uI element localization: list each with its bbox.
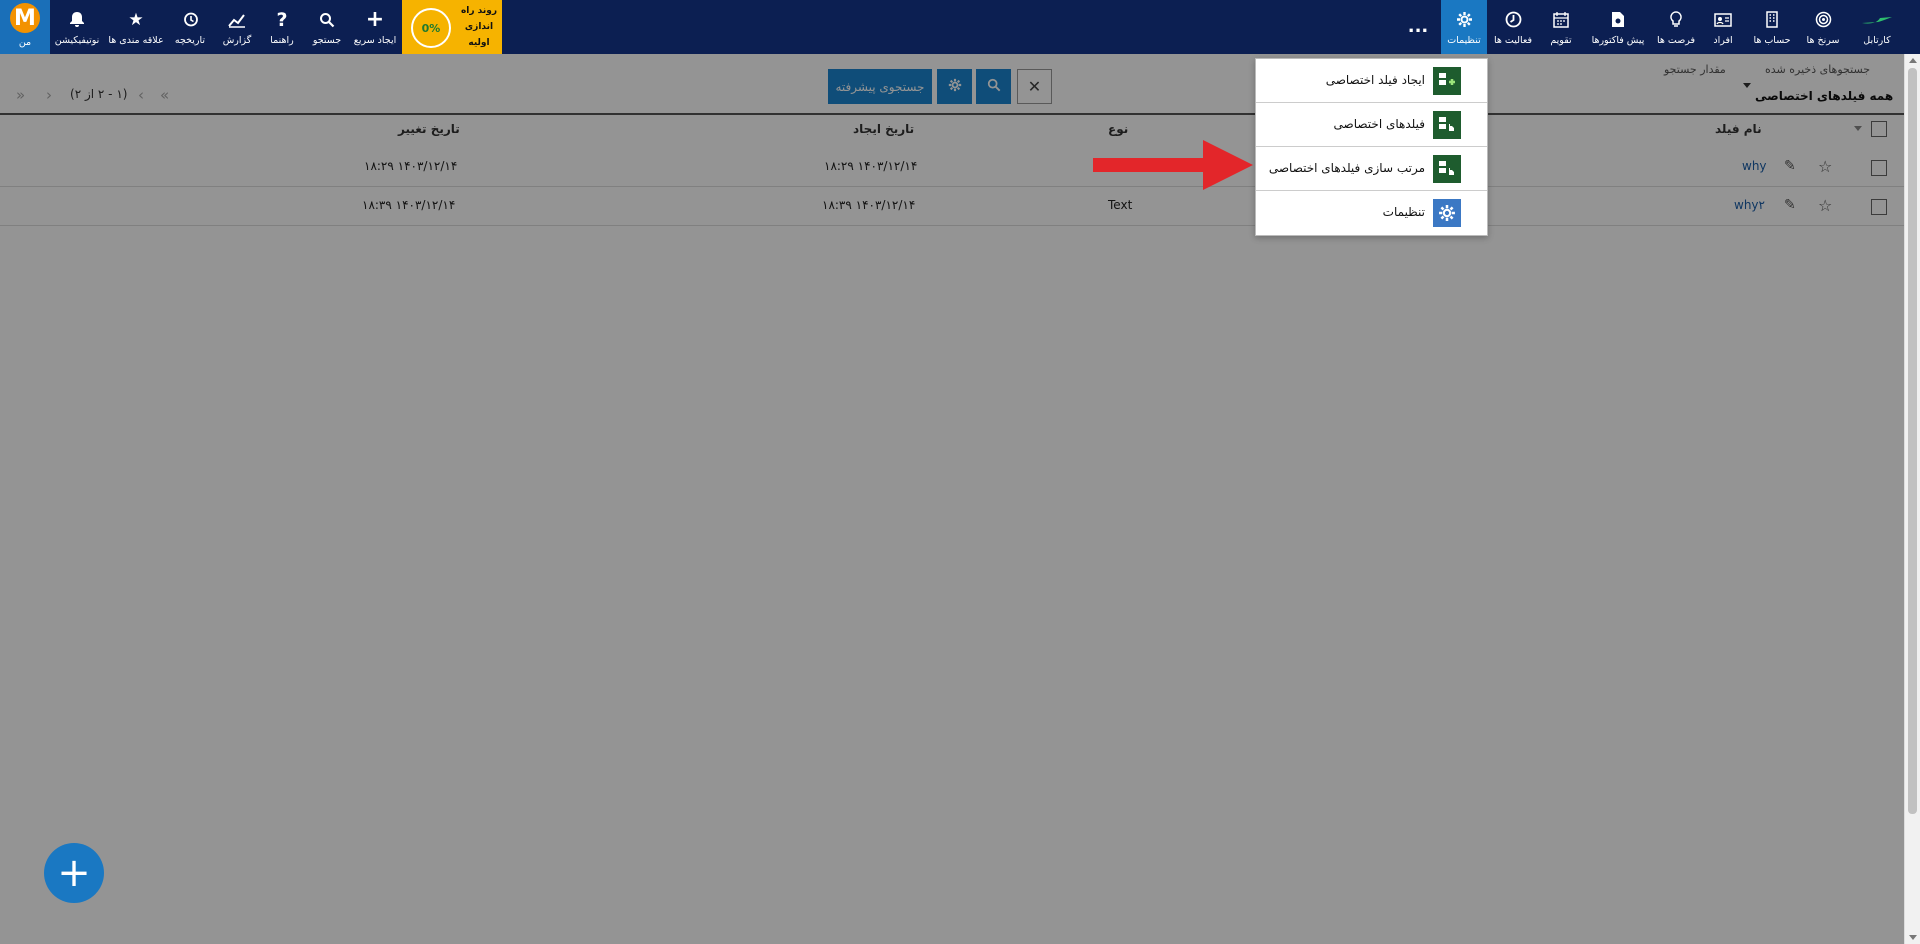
document-icon: [1611, 9, 1625, 31]
nav-calendar-label: تقویم: [1550, 34, 1572, 46]
plus-icon: +: [365, 6, 385, 32]
nav-quick-create-label: ایجاد سریع: [353, 34, 397, 46]
chart-icon: [228, 9, 246, 31]
nav-calendar[interactable]: تقویم: [1540, 0, 1582, 54]
nav-leads[interactable]: سرنخ ها: [1802, 0, 1844, 54]
nav-favorites[interactable]: ★ علاقه مندی ها: [107, 0, 165, 54]
scroll-down-arrow[interactable]: [1909, 935, 1917, 940]
nav-help[interactable]: ? راهنما: [264, 0, 300, 54]
menu-item-label: مرتب سازی فیلدهای اختصاصی: [1268, 161, 1425, 175]
search-icon: [319, 9, 335, 31]
help-icon: ?: [276, 8, 288, 31]
menu-item-custom-fields[interactable]: فیلدهای اختصاصی: [1256, 103, 1487, 147]
nav-reports[interactable]: گزارش: [218, 0, 256, 54]
menu-item-label: تنظیمات: [1382, 205, 1425, 219]
nav-activities-label: فعالیت ها: [1493, 34, 1533, 46]
page-scrollbar[interactable]: [1904, 54, 1920, 944]
onboarding-progress[interactable]: 0% روند راه اندازی اولیه: [402, 0, 502, 54]
nav-activities[interactable]: فعالیت ها: [1492, 0, 1534, 54]
onboarding-percent: 0%: [411, 8, 451, 48]
nav-kartable-label: کارتابل: [1863, 34, 1891, 46]
nav-reports-label: گزارش: [222, 34, 252, 46]
target-icon: [1815, 9, 1832, 31]
sort-custom-fields-icon: [1433, 155, 1461, 183]
menu-item-label: فیلدهای اختصاصی: [1333, 117, 1425, 131]
nav-opportunities[interactable]: فرصت ها: [1654, 0, 1698, 54]
calendar-icon: [1553, 9, 1569, 31]
me-label: من: [18, 37, 32, 48]
nav-search-label: جستجو: [312, 34, 342, 46]
custom-fields-icon: [1433, 111, 1461, 139]
nav-settings[interactable]: تنظیمات: [1441, 0, 1487, 54]
scroll-thumb[interactable]: [1908, 68, 1917, 814]
menu-item-create-custom-field[interactable]: ایجاد فیلد اختصاصی: [1256, 59, 1487, 103]
onboarding-label: روند راه اندازی اولیه: [460, 6, 498, 48]
nav-settings-label: تنظیمات: [1447, 34, 1481, 46]
bell-icon: [69, 9, 85, 31]
nav-contacts-label: افراد: [1713, 34, 1733, 46]
building-icon: [1766, 9, 1778, 31]
nav-quotes-label: پیش فاکتورها: [1591, 34, 1645, 46]
more-icon: ...: [1407, 16, 1429, 37]
nav-notifications[interactable]: نوتیفیکیشن: [52, 0, 102, 54]
nav-leads-label: سرنخ ها: [1806, 34, 1840, 46]
settings-gear-icon: [1433, 199, 1461, 227]
star-icon: ★: [128, 9, 144, 30]
nav-accounts[interactable]: حساب ها: [1748, 0, 1796, 54]
nav-help-label: راهنما: [270, 34, 294, 46]
lightbulb-icon: [1670, 9, 1682, 31]
nav-more[interactable]: ...: [1400, 0, 1436, 54]
nav-kartable[interactable]: کارتابل: [1852, 0, 1902, 54]
nav-contacts[interactable]: افراد: [1704, 0, 1742, 54]
nav-favorites-label: علاقه مندی ها: [108, 34, 164, 46]
menu-item-settings[interactable]: تنظیمات: [1256, 191, 1487, 235]
settings-dropdown-menu: ایجاد فیلد اختصاصی فیلدهای اختصاصی مرتب …: [1255, 58, 1488, 236]
nav-history-label: تاریخچه: [174, 34, 206, 46]
brand-logo: M: [10, 3, 40, 33]
nav-accounts-label: حساب ها: [1753, 34, 1791, 46]
create-custom-field-icon: [1433, 67, 1461, 95]
top-navigation-bar: M من نوتیفیکیشن ★ علاقه مندی ها تاریخچه …: [0, 0, 1920, 54]
gear-icon: [1456, 9, 1473, 31]
clock-icon: [1505, 9, 1522, 31]
nav-quick-create[interactable]: + ایجاد سریع: [352, 0, 398, 54]
menu-item-sort-custom-fields[interactable]: مرتب سازی فیلدهای اختصاصی: [1256, 147, 1487, 191]
brand-icon: [1860, 9, 1894, 31]
nav-quotes[interactable]: پیش فاکتورها: [1590, 0, 1646, 54]
contact-card-icon: [1714, 9, 1732, 31]
floating-add-button[interactable]: +: [44, 843, 104, 903]
modal-backdrop[interactable]: [0, 54, 1904, 944]
scroll-up-arrow[interactable]: [1909, 58, 1917, 63]
nav-history[interactable]: تاریخچه: [170, 0, 210, 54]
nav-search[interactable]: جستجو: [308, 0, 346, 54]
menu-item-label: ایجاد فیلد اختصاصی: [1325, 73, 1425, 87]
history-icon: [182, 9, 199, 31]
me-menu[interactable]: M من: [0, 0, 50, 54]
nav-opportunities-label: فرصت ها: [1656, 34, 1696, 46]
annotation-arrow-icon: [1093, 140, 1253, 190]
nav-notifications-label: نوتیفیکیشن: [54, 34, 100, 46]
